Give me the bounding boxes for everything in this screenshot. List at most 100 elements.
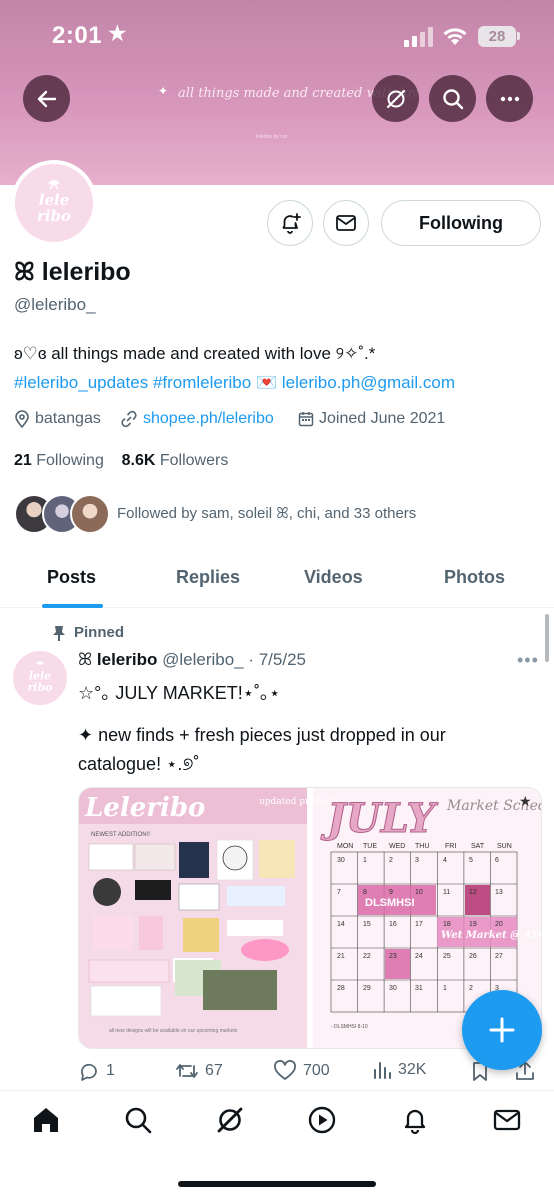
svg-text:9: 9 [389,889,393,896]
tab-replies[interactable]: Replies [176,567,240,588]
svg-text:6: 6 [495,857,499,864]
profile-tabs: Posts Replies Videos Photos [0,550,554,608]
nav-grok[interactable] [213,1103,247,1137]
svg-text:15: 15 [363,921,371,928]
svg-text:FRI: FRI [445,843,456,850]
bell-icon [404,1109,426,1135]
avatar [70,494,110,534]
repost-button[interactable]: 67 [175,1060,223,1082]
svg-text:13: 13 [495,889,503,896]
followers-count-label: Followers [159,452,229,469]
post-text-line: catalogue! ⋆.୭˚ [78,754,200,774]
more-horizontal-icon [500,96,519,101]
followed-by-avatars[interactable] [14,494,110,536]
views-count: 32K [398,1061,427,1078]
hashtag-link[interactable]: #fromleleribo [153,373,251,392]
search-icon [125,1107,152,1134]
svg-text:NEWEST ADDITION!!: NEWEST ADDITION!! [91,832,150,838]
hashtag-link[interactable]: #leleribo_updates [14,373,148,392]
location-pin-icon [15,410,29,428]
repost-icon [176,1064,198,1078]
email-link[interactable]: leleribo.ph@gmail.com [282,373,455,392]
svg-text:31: 31 [415,985,423,992]
reply-count: 1 [106,1062,115,1079]
nav-home[interactable] [29,1103,63,1137]
cellular-signal-icon [404,27,433,47]
like-button[interactable]: 700 [273,1060,330,1082]
svg-text:WED: WED [389,843,405,850]
joined-text: Joined June 2021 [319,410,446,427]
post-more-icon[interactable]: ••• [517,650,539,671]
svg-text:2: 2 [469,985,473,992]
post-author-avatar[interactable]: lele ribo [13,651,67,705]
svg-text:8: 8 [363,889,367,896]
following-button[interactable]: Following [381,200,541,246]
views-button[interactable]: 32K [372,1060,426,1080]
nav-video[interactable] [305,1103,339,1137]
link-icon [121,410,137,428]
svg-text:25: 25 [443,953,451,960]
pinned-text: Pinned [74,624,125,641]
nav-messages[interactable] [490,1103,524,1137]
bell-plus-icon [282,213,301,234]
profile-handle: @leleribo_ [14,295,96,314]
tab-posts[interactable]: Posts [47,567,96,588]
more-button[interactable] [486,75,533,122]
svg-text:Wet Market @ ATC: Wet Market @ ATC [441,930,542,941]
followers-count-link[interactable]: 8.6K Followers [122,452,229,469]
wifi-icon [443,28,467,45]
svg-text:JULY: JULY [320,795,438,842]
active-tab-indicator [42,604,103,608]
like-count: 700 [303,1062,330,1079]
post-author-meta: @leleribo_ · 7/5/25 [162,650,306,669]
svg-text:12: 12 [469,889,477,896]
status-bar: 2:01 ★ 28 [0,0,554,72]
display-name-text: leleribo [41,258,131,286]
svg-text:5: 5 [469,857,473,864]
reply-button[interactable]: 1 [78,1060,115,1082]
message-button[interactable] [323,200,369,246]
notification-subscribe-button[interactable] [267,200,313,246]
back-button[interactable] [23,75,70,122]
tab-videos[interactable]: Videos [304,567,363,588]
svg-text:MON: MON [337,843,353,850]
grok-button[interactable] [372,75,419,122]
bio-line-1: ʚ♡ɞ all things made and created with lov… [14,344,376,363]
leleribo-logo-icon: lele ribo [37,180,71,225]
search-icon [442,88,463,109]
svg-text:24: 24 [415,953,423,960]
status-time: 2:01 [52,22,103,49]
svg-text:1: 1 [363,857,367,864]
post-author-name[interactable]: leleribo [97,650,157,669]
svg-text:27: 27 [495,953,503,960]
website-link[interactable]: shopee.ph/leleribo [143,410,274,428]
svg-text:26: 26 [469,953,477,960]
leleribo-logo-icon: lele ribo [27,661,53,694]
svg-text:10: 10 [415,889,423,896]
scrollbar[interactable] [545,614,549,662]
love-letter-icon: 💌 [255,373,278,392]
svg-text:16: 16 [389,921,397,928]
star-status-icon: ★ [107,20,128,46]
followed-by-text[interactable]: Followed by sam, soleil ꕤ, chi, and 33 o… [117,505,416,522]
profile-avatar[interactable]: lele ribo [11,160,97,246]
svg-text:7: 7 [337,889,341,896]
nav-search[interactable] [121,1103,155,1137]
website[interactable]: shopee.ph/leleribo [120,410,274,428]
svg-text:- DLSMHSI 8-10: - DLSMHSI 8-10 [331,1024,368,1030]
compose-post-button[interactable] [462,990,542,1070]
nav-notifications[interactable] [398,1103,432,1137]
avatar-logo: lele ribo [15,164,93,242]
svg-text:22: 22 [363,953,371,960]
following-count-link[interactable]: 21 Following [14,452,104,469]
svg-text:20: 20 [495,921,503,928]
tab-photos[interactable]: Photos [444,567,505,588]
svg-text:14: 14 [337,921,345,928]
svg-text:23: 23 [389,953,397,960]
svg-text:21: 21 [337,953,345,960]
svg-text:ribo: ribo [37,207,71,225]
search-button[interactable] [429,75,476,122]
sparkle-icon: ✦ [158,84,169,98]
svg-text:30: 30 [337,857,345,864]
plus-icon [489,1017,515,1043]
